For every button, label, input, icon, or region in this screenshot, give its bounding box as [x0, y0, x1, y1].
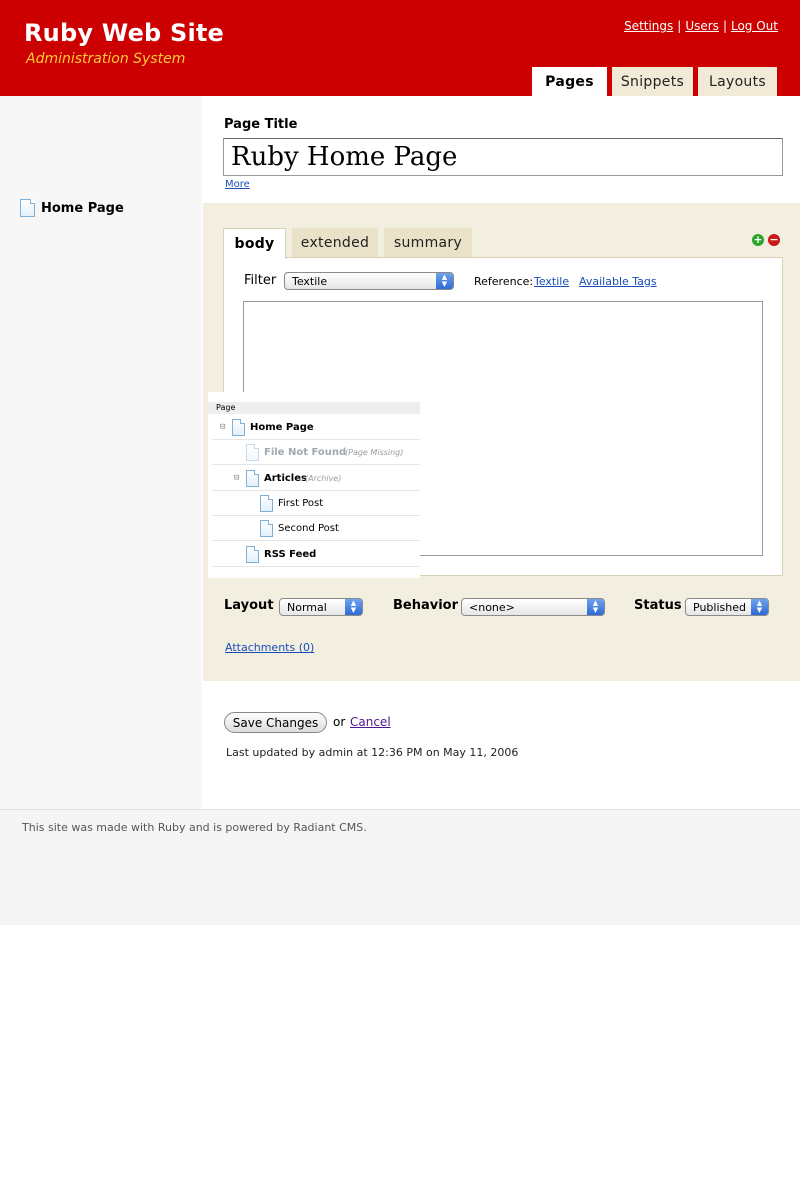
collapse-icon[interactable]: ⊟	[220, 422, 225, 432]
plus-circle-icon[interactable]: +	[752, 234, 764, 246]
sidebar: Home Page	[0, 96, 202, 809]
footer: This site was made with Ruby and is powe…	[0, 809, 800, 925]
tab-summary[interactable]: summary	[384, 228, 472, 258]
sidebar-item-label: Home Page	[41, 200, 124, 216]
page-title-label: Page Title	[224, 117, 298, 132]
link-separator: |	[722, 19, 727, 33]
tree-row[interactable]: First Post	[212, 491, 420, 516]
link-separator: |	[677, 19, 682, 33]
tree-row-name: Articles	[264, 472, 307, 484]
save-changes-button[interactable]: Save Changes	[224, 712, 327, 733]
tab-layouts[interactable]: Layouts	[698, 67, 777, 96]
page-icon	[246, 469, 259, 487]
textile-reference-link[interactable]: Textile	[534, 275, 569, 288]
last-updated-text: Last updated by admin at 12:36 PM on May…	[226, 746, 519, 759]
tree-row-note: (Page Missing)	[345, 447, 404, 457]
status-select[interactable]: Published ▲ ▼	[685, 598, 769, 616]
page-tree-overlay: Page ⊟ Home Page File Not Found (Page Mi…	[208, 392, 420, 578]
site-title: Ruby Web Site	[24, 19, 225, 47]
select-arrows-icon: ▲ ▼	[587, 599, 604, 615]
status-select-value: Published	[693, 600, 746, 614]
behavior-select-value: <none>	[469, 600, 515, 614]
sidebar-item-home-page[interactable]: Home Page	[20, 199, 124, 217]
tab-extended[interactable]: extended	[292, 228, 378, 258]
available-tags-link[interactable]: Available Tags	[579, 275, 657, 288]
footer-text: This site was made with Ruby and is powe…	[22, 821, 367, 834]
page-icon	[246, 443, 259, 461]
select-arrows-icon: ▲ ▼	[345, 599, 362, 615]
page-title-input[interactable]	[223, 138, 783, 176]
site-subtitle: Administration System	[26, 51, 186, 67]
tree-row-name: First Post	[278, 497, 324, 509]
or-text: or	[333, 715, 346, 729]
tab-body[interactable]: body	[223, 228, 286, 259]
page-icon	[260, 519, 273, 537]
filter-select[interactable]: Textile ▲ ▼	[284, 272, 454, 290]
users-link[interactable]: Users	[685, 19, 719, 33]
tab-pages[interactable]: Pages	[532, 67, 607, 96]
behavior-label: Behavior	[393, 598, 459, 613]
tab-snippets[interactable]: Snippets	[612, 67, 693, 96]
collapse-icon[interactable]: ⊟	[234, 473, 239, 483]
page-icon	[232, 418, 245, 436]
tree-row[interactable]: ⊟ Articles (Archive)	[212, 466, 420, 491]
minus-circle-icon[interactable]: −	[768, 234, 780, 246]
layout-label: Layout	[224, 598, 274, 613]
page-icon	[260, 494, 273, 512]
tree-row-name: Home Page	[250, 421, 314, 433]
layout-select-value: Normal	[287, 600, 327, 614]
layout-select[interactable]: Normal ▲ ▼	[279, 598, 363, 616]
status-label: Status	[634, 598, 682, 613]
logout-link[interactable]: Log Out	[731, 19, 778, 33]
filter-select-value: Textile	[292, 274, 328, 288]
filter-label: Filter	[244, 273, 277, 288]
select-arrows-icon: ▲ ▼	[751, 599, 768, 615]
select-arrows-icon: ▲ ▼	[436, 273, 453, 289]
tree-row-note: (Archive)	[305, 473, 342, 483]
page-icon	[246, 545, 259, 563]
attachments-link[interactable]: Attachments (0)	[225, 641, 314, 654]
tree-row-name: Second Post	[278, 522, 339, 534]
tree-row[interactable]: File Not Found (Page Missing)	[212, 440, 420, 465]
top-links: Settings | Users | Log Out	[624, 19, 778, 33]
tree-row[interactable]: Second Post	[212, 516, 420, 541]
tree-header: Page	[208, 402, 420, 414]
more-link[interactable]: More	[225, 179, 250, 190]
tree-row-name: File Not Found	[264, 446, 347, 458]
tree-row-name: RSS Feed	[264, 548, 317, 560]
cancel-link[interactable]: Cancel	[350, 715, 391, 729]
tree-row[interactable]: RSS Feed	[212, 542, 420, 567]
behavior-select[interactable]: <none> ▲ ▼	[461, 598, 605, 616]
settings-link[interactable]: Settings	[624, 19, 673, 33]
page-icon	[20, 199, 35, 217]
reference-label: Reference:	[474, 275, 534, 288]
header: Ruby Web Site Administration System Sett…	[0, 0, 800, 96]
tree-row[interactable]: ⊟ Home Page	[212, 415, 420, 440]
